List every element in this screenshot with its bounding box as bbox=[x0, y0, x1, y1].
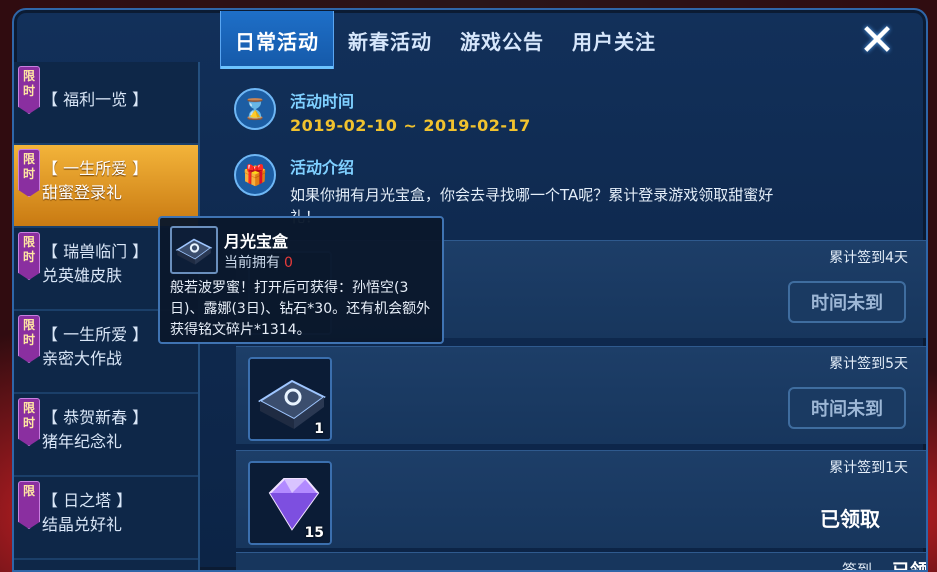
activity-intro-label: 活动介绍 bbox=[290, 158, 355, 177]
sidebar-item-subtitle: 亲密大作战 bbox=[42, 349, 123, 368]
sidebar-item-title: 【 日之塔 】 bbox=[42, 491, 133, 510]
activity-time-label: 活动时间 bbox=[290, 92, 355, 111]
tooltip-owned: 当前拥有 0 bbox=[224, 252, 293, 272]
sidebar-item-title: 【 福利一览 】 bbox=[42, 90, 149, 109]
gift-icon: 🎁 bbox=[234, 154, 276, 196]
close-icon[interactable]: ✕ bbox=[854, 18, 900, 64]
limited-time-badge: 限时 bbox=[18, 149, 40, 197]
sidebar-item-title: 【 一生所爱 】 bbox=[42, 159, 149, 178]
tab-new-year-activities[interactable]: 新春活动 bbox=[334, 11, 446, 69]
reward-condition: 签到 bbox=[841, 561, 872, 572]
tooltip-description: 般若波罗蜜！打开后可获得：孙悟空(3日)、露娜(3日)、钻石*30。还有机会额外… bbox=[170, 280, 431, 338]
reward-claimed-status: 已领取 bbox=[820, 507, 880, 531]
sidebar-item-subtitle: 结晶兑好礼 bbox=[42, 515, 123, 534]
limited-time-badge: 限时 bbox=[18, 232, 40, 280]
reward-condition: 累计签到1天 bbox=[829, 460, 908, 476]
reward-state-button[interactable]: 时间未到 bbox=[788, 387, 906, 429]
hourglass-icon: ⌛ bbox=[234, 88, 276, 130]
tab-game-announcements[interactable]: 游戏公告 bbox=[446, 11, 558, 69]
item-tooltip: 月光宝盒 当前拥有 0 般若波罗蜜！打开后可获得：孙悟空(3日)、露娜(3日)、钻… bbox=[158, 216, 444, 344]
tooltip-owned-label: 当前拥有 bbox=[224, 255, 280, 271]
tooltip-owned-count: 0 bbox=[284, 255, 293, 271]
diamond-item-slot[interactable]: 15 bbox=[248, 461, 332, 545]
sidebar-item-subtitle: 甜蜜登录礼 bbox=[42, 183, 123, 202]
tab-daily-activities[interactable]: 日常活动 bbox=[220, 11, 334, 69]
limited-time-badge: 限 bbox=[18, 481, 40, 529]
limited-time-badge: 限时 bbox=[18, 315, 40, 363]
limited-time-badge: 限时 bbox=[18, 398, 40, 446]
reward-state-button[interactable]: 时间未到 bbox=[788, 281, 906, 323]
moonlight-box-icon bbox=[170, 226, 218, 274]
reward-item-count: 15 bbox=[304, 525, 324, 541]
reward-row: 签到 已领 bbox=[236, 552, 928, 572]
reward-row: 15 累计签到1天 已领取 bbox=[236, 450, 926, 548]
sidebar-item-sun-tower[interactable]: 限 【 日之塔 】 结晶兑好礼 bbox=[14, 477, 198, 560]
tab-bar: 日常活动 新春活动 游戏公告 用户关注 bbox=[220, 10, 740, 70]
reward-row: 1 累计签到5天 时间未到 bbox=[236, 346, 926, 444]
reward-item-count: 1 bbox=[314, 421, 324, 437]
sidebar-item-welfare-overview[interactable]: 限时 【 福利一览 】 bbox=[14, 62, 198, 145]
moonlight-box-item-slot[interactable]: 1 bbox=[248, 357, 332, 441]
sidebar-item-title: 【 恭贺新春 】 bbox=[42, 408, 149, 427]
reward-claimed-status: 已领 bbox=[892, 561, 928, 572]
tab-user-follow[interactable]: 用户关注 bbox=[558, 11, 670, 69]
sidebar-item-new-year-gift[interactable]: 限时 【 恭贺新春 】 猪年纪念礼 bbox=[14, 394, 198, 477]
activity-time-value: 2019-02-10 ~ 2019-02-17 bbox=[290, 116, 531, 135]
tooltip-title: 月光宝盒 bbox=[224, 232, 289, 251]
activity-panel: 日常活动 新春活动 游戏公告 用户关注 ✕ 限时 【 福利一览 】 限时 【 一… bbox=[12, 8, 928, 572]
activity-time-section: ⌛ 活动时间 2019-02-10 ~ 2019-02-17 bbox=[234, 88, 531, 135]
limited-time-badge: 限时 bbox=[18, 66, 40, 114]
sidebar-item-subtitle: 猪年纪念礼 bbox=[42, 432, 123, 451]
reward-condition: 累计签到5天 bbox=[829, 356, 908, 372]
reward-condition: 累计签到4天 bbox=[829, 250, 908, 266]
